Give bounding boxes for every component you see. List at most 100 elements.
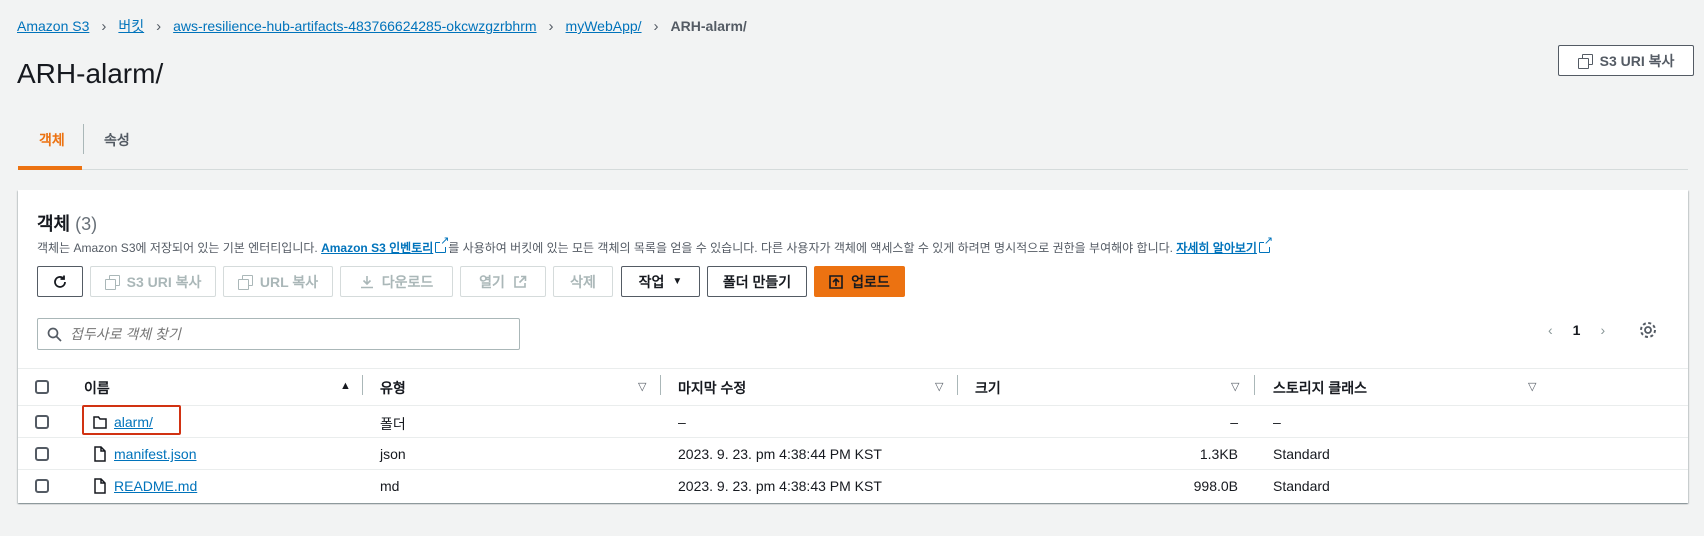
object-size: – bbox=[1230, 414, 1238, 430]
object-name-link[interactable]: manifest.json bbox=[114, 446, 196, 462]
active-tab-indicator bbox=[18, 166, 82, 170]
object-storage-class: – bbox=[1273, 414, 1281, 430]
object-storage-class: Standard bbox=[1273, 478, 1330, 494]
object-type: json bbox=[380, 446, 406, 462]
previous-page-icon[interactable]: ‹ bbox=[1548, 322, 1553, 338]
external-link-icon bbox=[514, 275, 527, 288]
download-label: 다운로드 bbox=[381, 273, 434, 290]
object-name-link[interactable]: alarm/ bbox=[114, 414, 153, 430]
object-size: 1.3KB bbox=[1199, 446, 1238, 462]
page-title: ARH-alarm/ bbox=[17, 58, 164, 89]
panel-title-text: 객체 bbox=[37, 214, 71, 234]
folder-icon bbox=[93, 416, 107, 429]
object-type: 폴더 bbox=[380, 416, 406, 432]
column-header-storage-class[interactable]: 스토리지 클래스 bbox=[1273, 378, 1367, 398]
column-header-type[interactable]: 유형 bbox=[380, 378, 406, 398]
delete-button[interactable]: 삭제 bbox=[553, 266, 613, 297]
chevron-right-icon: › bbox=[653, 17, 659, 35]
create-folder-button[interactable]: 폴더 만들기 bbox=[707, 266, 807, 297]
copy-url-label: URL 복사 bbox=[259, 273, 319, 290]
open-button[interactable]: 열기 bbox=[460, 266, 546, 297]
sort-icon[interactable]: ▽ bbox=[1528, 380, 1536, 393]
upload-button[interactable]: 업로드 bbox=[814, 266, 905, 297]
search-icon bbox=[47, 327, 62, 342]
row-checkbox[interactable] bbox=[35, 415, 49, 429]
file-icon bbox=[94, 446, 106, 462]
copy-icon bbox=[237, 274, 253, 290]
select-all-checkbox[interactable] bbox=[35, 380, 49, 394]
copy-s3-uri-toolbar-label: S3 URI 복사 bbox=[126, 273, 202, 290]
breadcrumb-bucket[interactable]: aws-resilience-hub-artifacts-48376662428… bbox=[173, 18, 536, 34]
tab-properties[interactable]: 속성 bbox=[104, 130, 130, 150]
object-count: (3) bbox=[75, 214, 98, 234]
open-label: 열기 bbox=[479, 273, 505, 290]
external-link-icon bbox=[1258, 236, 1273, 253]
breadcrumb-current: ARH-alarm/ bbox=[670, 18, 747, 34]
object-last-modified: 2023. 9. 23. pm 4:38:44 PM KST bbox=[678, 446, 882, 462]
tab-divider bbox=[83, 124, 84, 154]
refresh-button[interactable] bbox=[37, 266, 83, 297]
gear-icon[interactable] bbox=[1638, 320, 1658, 340]
copy-url-button[interactable]: URL 복사 bbox=[223, 266, 333, 297]
copy-icon bbox=[1577, 53, 1593, 69]
file-icon bbox=[94, 478, 106, 494]
inventory-link[interactable]: Amazon S3 인벤토리 bbox=[321, 241, 433, 255]
table-row[interactable]: manifest.json json 2023. 9. 23. pm 4:38:… bbox=[18, 438, 1688, 470]
chevron-right-icon: › bbox=[548, 17, 554, 35]
pagination: ‹ 1 › bbox=[1548, 322, 1605, 338]
current-page-number[interactable]: 1 bbox=[1573, 322, 1581, 338]
column-divider bbox=[660, 375, 661, 395]
refresh-icon bbox=[54, 275, 66, 288]
tab-objects[interactable]: 객체 bbox=[39, 130, 65, 150]
column-header-last-modified[interactable]: 마지막 수정 bbox=[678, 378, 746, 398]
copy-s3-uri-label: S3 URI 복사 bbox=[1599, 52, 1675, 69]
object-size: 998.0B bbox=[1193, 478, 1238, 494]
breadcrumb-amazon-s3[interactable]: Amazon S3 bbox=[17, 18, 89, 34]
next-page-icon[interactable]: › bbox=[1600, 322, 1605, 338]
upload-label: 업로드 bbox=[851, 273, 890, 290]
external-link-icon bbox=[435, 236, 450, 253]
table-row[interactable]: README.md md 2023. 9. 23. pm 4:38:43 PM … bbox=[18, 470, 1688, 502]
panel-title: 객체 (3) bbox=[37, 210, 97, 236]
column-header-size[interactable]: 크기 bbox=[975, 378, 1001, 398]
column-header-name[interactable]: 이름 bbox=[84, 378, 110, 398]
search-box bbox=[37, 318, 520, 350]
breadcrumb-mywebapp[interactable]: myWebApp/ bbox=[566, 18, 642, 34]
sort-icon[interactable]: ▽ bbox=[638, 380, 646, 393]
table-row[interactable]: alarm/ 폴더 – – – bbox=[18, 405, 1688, 438]
column-divider bbox=[362, 375, 363, 395]
object-name-link[interactable]: README.md bbox=[114, 478, 197, 494]
download-icon bbox=[360, 275, 373, 288]
column-divider bbox=[957, 375, 958, 395]
copy-icon bbox=[104, 274, 120, 290]
object-type: md bbox=[380, 478, 400, 494]
desc-text-2: 를 사용하여 버킷에 있는 모든 객체의 목록을 얻을 수 있습니다. 다른 사… bbox=[448, 241, 1177, 255]
copy-s3-uri-button[interactable]: S3 URI 복사 bbox=[1558, 45, 1694, 76]
table-header: 이름 ▲ 유형 ▽ 마지막 수정 ▽ 크기 ▽ 스토리지 클래스 ▽ bbox=[18, 368, 1688, 406]
search-input[interactable] bbox=[70, 326, 490, 342]
breadcrumb-buckets[interactable]: 버킷 bbox=[118, 16, 144, 36]
object-storage-class: Standard bbox=[1273, 446, 1330, 462]
actions-label: 작업 bbox=[638, 273, 665, 290]
breadcrumb: Amazon S3 › 버킷 › aws-resilience-hub-arti… bbox=[17, 16, 747, 36]
chevron-right-icon: › bbox=[156, 17, 162, 35]
objects-panel: 객체 (3) 객체는 Amazon S3에 저장되어 있는 기본 엔터티입니다.… bbox=[18, 190, 1688, 503]
panel-description: 객체는 Amazon S3에 저장되어 있는 기본 엔터티입니다. Amazon… bbox=[37, 236, 1273, 256]
row-checkbox[interactable] bbox=[35, 447, 49, 461]
caret-down-icon: ▼ bbox=[672, 276, 683, 287]
desc-text-1: 객체는 Amazon S3에 저장되어 있는 기본 엔터티입니다. bbox=[37, 241, 322, 255]
sort-ascending-icon[interactable]: ▲ bbox=[340, 380, 351, 392]
object-last-modified: – bbox=[678, 414, 686, 430]
sort-icon[interactable]: ▽ bbox=[1231, 380, 1239, 393]
download-button[interactable]: 다운로드 bbox=[340, 266, 453, 297]
chevron-right-icon: › bbox=[101, 17, 107, 35]
learn-more-link[interactable]: 자세히 알아보기 bbox=[1176, 241, 1257, 255]
actions-dropdown-button[interactable]: 작업 ▼ bbox=[621, 266, 700, 297]
sort-icon[interactable]: ▽ bbox=[935, 380, 943, 393]
create-folder-label: 폴더 만들기 bbox=[722, 273, 792, 290]
object-last-modified: 2023. 9. 23. pm 4:38:43 PM KST bbox=[678, 478, 882, 494]
copy-s3-uri-toolbar-button[interactable]: S3 URI 복사 bbox=[90, 266, 216, 297]
upload-icon bbox=[829, 274, 843, 289]
column-divider bbox=[1254, 375, 1255, 395]
row-checkbox[interactable] bbox=[35, 479, 49, 493]
